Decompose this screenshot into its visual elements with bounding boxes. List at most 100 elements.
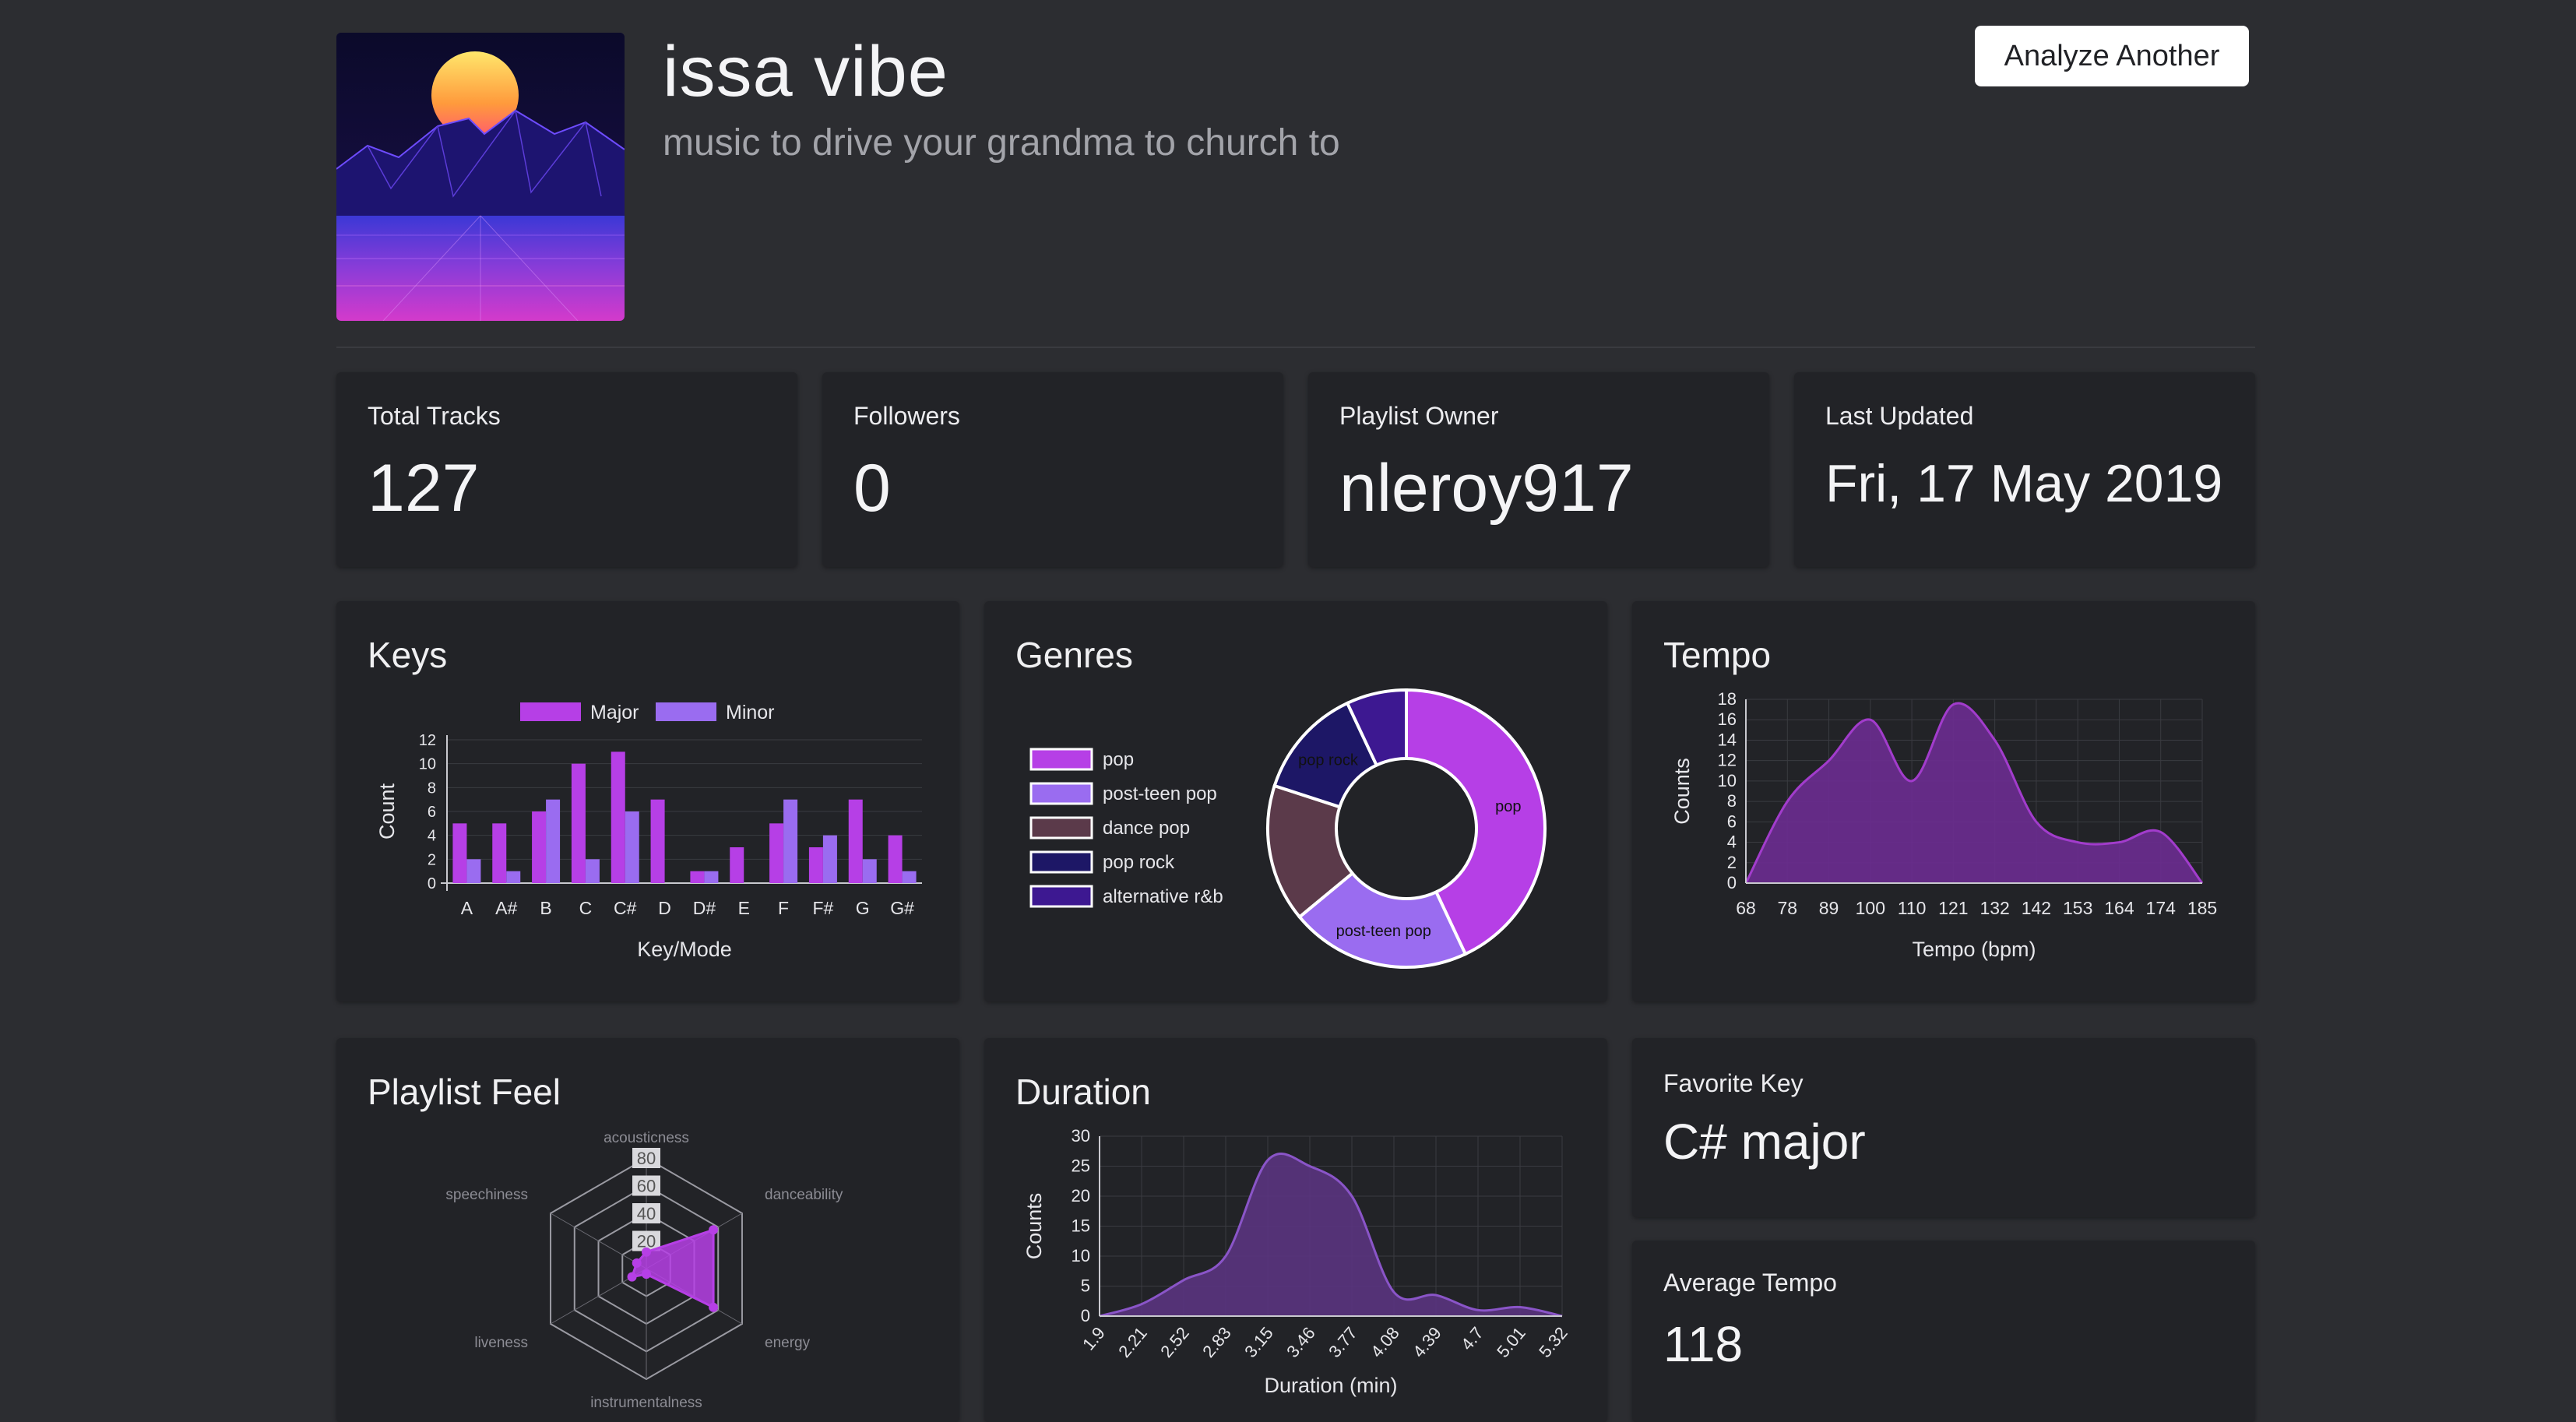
x-tick-label: 78 [1777,898,1797,918]
x-tick-label: 5.32 [1535,1323,1571,1361]
y-tick-label: 25 [1072,1156,1090,1176]
x-tick-label: 5.01 [1493,1323,1529,1361]
x-tick-label: G [856,898,870,918]
playlist-title: issa vibe [663,32,948,111]
y-axis-label: Counts [1022,1193,1046,1260]
genres-card: Genres pop post-teen pop pop rock pop post-t… [984,601,1607,1001]
playlist-owner-card: Playlist Owner nleroy917 [1308,372,1769,567]
x-tick-label: A# [495,898,517,918]
x-tick-label: B [540,898,551,918]
x-tick-label: 4.08 [1367,1323,1403,1361]
y-tick-label: 20 [1072,1186,1090,1206]
x-tick-label: 2.52 [1156,1323,1193,1361]
legend-label: pop [1103,749,1134,770]
x-tick-label: F [778,898,789,918]
x-tick-label: 153 [2063,898,2092,918]
radar-axis-label: danceability [765,1187,843,1203]
analyze-another-button[interactable]: Analyze Another [1975,26,2249,86]
x-axis-label: Duration (min) [1264,1374,1397,1397]
bar-major [690,871,705,883]
stat-label: Average Tempo [1663,1269,1837,1297]
radar-point [632,1258,642,1268]
x-tick-label: E [738,898,750,918]
y-tick-label: 10 [1718,771,1737,790]
x-tick-label: D [658,898,671,918]
bar-minor [546,799,561,883]
slice-label: post-teen pop [1336,923,1431,940]
playlist-feel-card: Playlist Feel 20 40 60 80 acousticness dancea… [336,1038,959,1422]
genres-chart: pop post-teen pop pop rock pop post-teen pop… [1029,688,1547,969]
area-fill [1746,702,2202,883]
x-tick-label: 3.46 [1283,1323,1319,1361]
radar-axis-label: speechiness [445,1187,528,1203]
legend-label: alternative r&b [1103,886,1223,907]
legend-swatch [1029,885,1093,908]
stat-label: Favorite Key [1663,1069,1804,1097]
last-updated-card: Last Updated Fri, 17 May 2019 [1794,372,2255,567]
radar-point [627,1272,637,1282]
y-axis-label: Count [375,783,399,839]
bar-major [730,847,744,883]
stat-value: Fri, 17 May 2019 [1825,454,2223,513]
legend-label: pop rock [1103,852,1175,873]
x-axis-label: Key/Mode [637,938,732,961]
x-tick-label: 4.39 [1409,1323,1445,1361]
y-tick-label: 0 [428,875,436,892]
bar-minor [625,811,639,883]
y-tick-label: 12 [419,732,436,749]
radar-point [709,1225,719,1235]
legend-label: dance pop [1103,818,1190,839]
playlist-cover-image [336,33,625,321]
bar-major [452,823,467,883]
y-tick-label: 5 [1081,1276,1090,1296]
x-tick-label: 132 [1980,898,2009,918]
slice-label: pop rock [1298,751,1359,769]
bar-minor [466,859,481,883]
stat-label: Last Updated [1825,402,1974,430]
tempo-card: Tempo 0 2 4 6 8 10 12 14 16 18 68 78 89 100 110 121 132 1… [1632,601,2255,1001]
keys-card: Keys 0 2 4 6 8 10 12 A A# B C C# D D# E F F# G G# Key/Mode C… [336,601,959,1001]
bar-minor [585,859,600,883]
radar-axis-label: liveness [474,1335,528,1351]
bar-major [571,763,586,883]
legend-swatch-minor [656,702,716,721]
legend-swatch [1029,816,1093,839]
y-tick-label: 16 [1718,709,1737,729]
x-tick-label: C [579,898,593,918]
total-tracks-card: Total Tracks 127 [336,372,797,567]
radar-axis-label: instrumentalness [590,1395,702,1411]
x-tick-label: 3.77 [1325,1323,1361,1361]
average-tempo-value: 118 [1663,1316,1744,1372]
y-tick-label: 0 [1727,873,1737,892]
y-tick-label: 4 [1727,832,1737,852]
stat-label: Total Tracks [368,402,501,430]
x-tick-label: 89 [1819,898,1839,918]
y-tick-label: 8 [1727,791,1737,811]
legend-swatch [1029,782,1093,805]
x-axis-label: Tempo (bpm) [1912,938,2036,961]
y-tick-label: 30 [1072,1126,1090,1146]
playlist-feel-radar-chart: 20406080acousticnessdanceabilityenergyin… [445,1130,843,1411]
header-divider [336,347,2255,348]
x-tick-label: 4.7 [1457,1323,1487,1354]
y-tick-label: 2 [1727,853,1737,872]
x-tick-label: 100 [1856,898,1885,918]
stat-label: Playlist Owner [1339,402,1499,430]
x-tick-label: F# [812,898,833,918]
keys-chart: 0 2 4 6 8 10 12 A A# B C C# D D# E F F# G G# Key/Mode Count M… [375,702,922,961]
x-tick-label: 121 [1938,898,1968,918]
x-tick-label: G# [890,898,914,918]
y-tick-label: 15 [1072,1216,1090,1236]
bar-major [611,751,625,883]
y-tick-label: 14 [1718,730,1737,749]
x-tick-label: 185 [2187,898,2217,918]
radar-tick-label: 60 [637,1177,656,1196]
duration-chart: 0510152025301.9 2.21 2.52 2.83 3.15 3.46 3.77 4… [1022,1126,1571,1397]
legend-swatch [1029,850,1093,874]
x-tick-label: 68 [1736,898,1756,918]
bar-major [650,799,665,883]
radar-axis-label: energy [765,1335,811,1351]
followers-card: Followers 0 [822,372,1283,567]
x-tick-label: 110 [1898,898,1927,918]
stat-value: 0 [853,451,891,526]
